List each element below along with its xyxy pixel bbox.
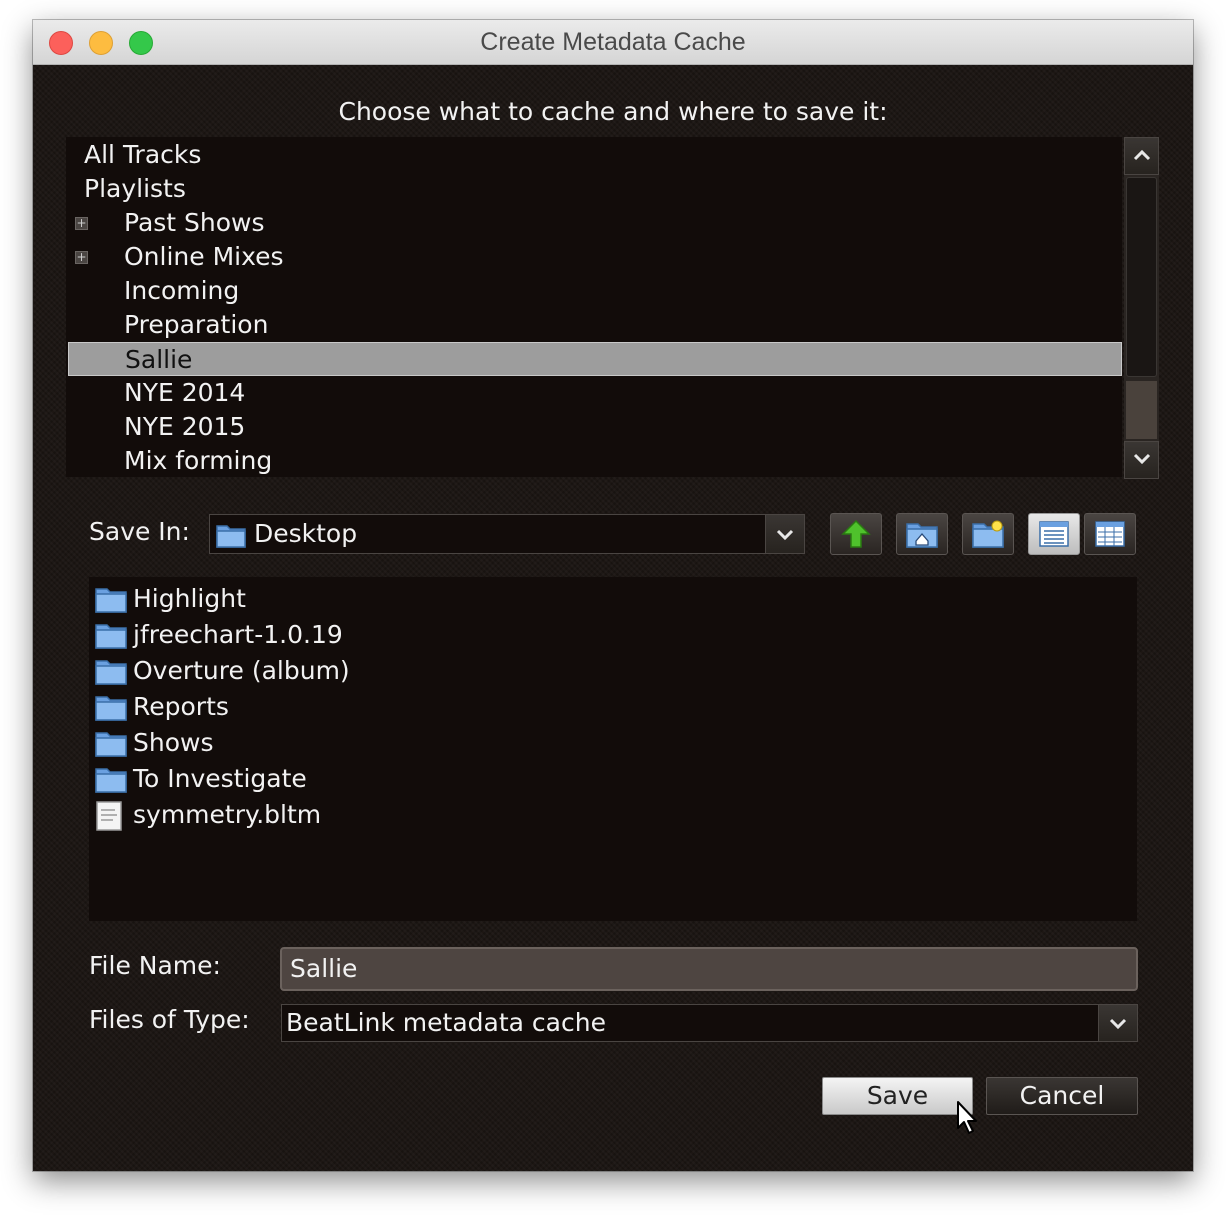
tree-item[interactable]: Preparation xyxy=(66,308,1122,342)
save-in-dropdown[interactable]: Desktop xyxy=(209,514,805,554)
tree-item[interactable]: + Online Mixes xyxy=(66,240,1122,274)
tree-scrollbar[interactable] xyxy=(1124,137,1159,479)
tree-item-label: Past Shows xyxy=(124,208,265,237)
chevron-down-icon xyxy=(776,529,794,541)
folder-icon xyxy=(95,585,127,623)
file-item-label: Shows xyxy=(133,728,214,757)
folder-icon xyxy=(95,657,127,695)
mouse-pointer-icon xyxy=(957,1101,977,1134)
dialog-window: Create Metadata Cache Choose what to cac… xyxy=(33,20,1193,1171)
title-bar: Create Metadata Cache xyxy=(33,20,1193,65)
up-one-level-button[interactable] xyxy=(830,513,882,555)
details-view-button[interactable] xyxy=(1084,513,1136,555)
tree-item-label: Online Mixes xyxy=(124,242,284,271)
file-item-label: To Investigate xyxy=(133,764,307,793)
scroll-down-button[interactable] xyxy=(1124,441,1159,479)
dialog-heading: Choose what to cache and where to save i… xyxy=(338,97,888,126)
cancel-button[interactable]: Cancel xyxy=(986,1077,1138,1115)
file-item-label: symmetry.bltm xyxy=(133,800,322,829)
tree-item-label: Sallie xyxy=(125,345,193,374)
expand-icon[interactable]: + xyxy=(75,251,88,264)
scroll-thumb[interactable] xyxy=(1126,177,1157,377)
file-item-label: Overture (album) xyxy=(133,656,350,685)
file-item-label: Highlight xyxy=(133,584,246,613)
tree-item-label: All Tracks xyxy=(84,140,202,169)
list-view-button[interactable] xyxy=(1028,513,1080,555)
file-list[interactable]: Highlight jfreechart-1.0.19 Overture (albu… xyxy=(89,577,1137,921)
up-arrow-icon xyxy=(841,519,871,548)
new-folder-button[interactable] xyxy=(962,513,1014,555)
home-button[interactable] xyxy=(896,513,948,555)
tree-item-label: Incoming xyxy=(124,276,240,305)
tree-item[interactable]: + Past Shows xyxy=(66,206,1122,240)
file-name-input[interactable]: Sallie xyxy=(280,947,1138,991)
tree-item[interactable]: Incoming xyxy=(66,274,1122,308)
details-view-icon xyxy=(1095,521,1125,547)
folder-icon xyxy=(95,765,127,803)
dialog-content: Choose what to cache and where to save i… xyxy=(33,65,1193,1171)
folder-icon xyxy=(95,729,127,767)
tree-item[interactable]: Mix forming xyxy=(66,444,1122,477)
document-icon xyxy=(95,801,123,841)
chevron-down-icon xyxy=(1133,453,1150,465)
tree-item[interactable]: Sallie xyxy=(68,342,1122,376)
expand-icon[interactable]: + xyxy=(75,217,88,230)
save-in-dropdown-arrow[interactable] xyxy=(765,515,804,553)
tree-item-label: Preparation xyxy=(124,310,269,339)
folder-icon xyxy=(95,621,127,659)
file-item-label: jfreechart-1.0.19 xyxy=(133,620,343,649)
save-in-label: Save In: xyxy=(89,517,190,546)
tree-item[interactable]: NYE 2014 xyxy=(66,376,1122,410)
tree-item-label: Mix forming xyxy=(124,446,273,475)
new-folder-icon xyxy=(972,520,1004,548)
scroll-track[interactable] xyxy=(1126,381,1157,439)
files-of-type-dropdown-arrow[interactable] xyxy=(1098,1005,1137,1041)
tree-item-label: Playlists xyxy=(84,174,186,203)
list-view-icon xyxy=(1039,521,1069,547)
home-folder-icon xyxy=(906,523,938,548)
folder-icon xyxy=(95,693,127,731)
file-name-label: File Name: xyxy=(89,951,221,980)
scroll-up-button[interactable] xyxy=(1124,137,1159,175)
window-title: Create Metadata Cache xyxy=(480,28,746,56)
files-of-type-label: Files of Type: xyxy=(89,1005,250,1034)
tree-item[interactable]: NYE 2015 xyxy=(66,410,1122,444)
playlist-tree[interactable]: All Tracks Playlists + Past Shows + Online Mi… xyxy=(66,137,1122,477)
tree-item-label: NYE 2015 xyxy=(124,412,246,441)
files-of-type-value: BeatLink metadata cache xyxy=(286,1008,606,1037)
save-button[interactable]: Save xyxy=(822,1077,973,1115)
tree-item[interactable]: Playlists xyxy=(66,172,1122,206)
tree-item-label: NYE 2014 xyxy=(124,378,246,407)
folder-icon xyxy=(216,525,246,548)
file-item-label: Reports xyxy=(133,692,229,721)
tree-item[interactable]: All Tracks xyxy=(66,138,1122,172)
chevron-up-icon xyxy=(1133,149,1150,161)
chevron-down-icon xyxy=(1109,1018,1127,1030)
save-in-value: Desktop xyxy=(254,519,358,548)
files-of-type-dropdown[interactable]: BeatLink metadata cache xyxy=(281,1004,1138,1042)
